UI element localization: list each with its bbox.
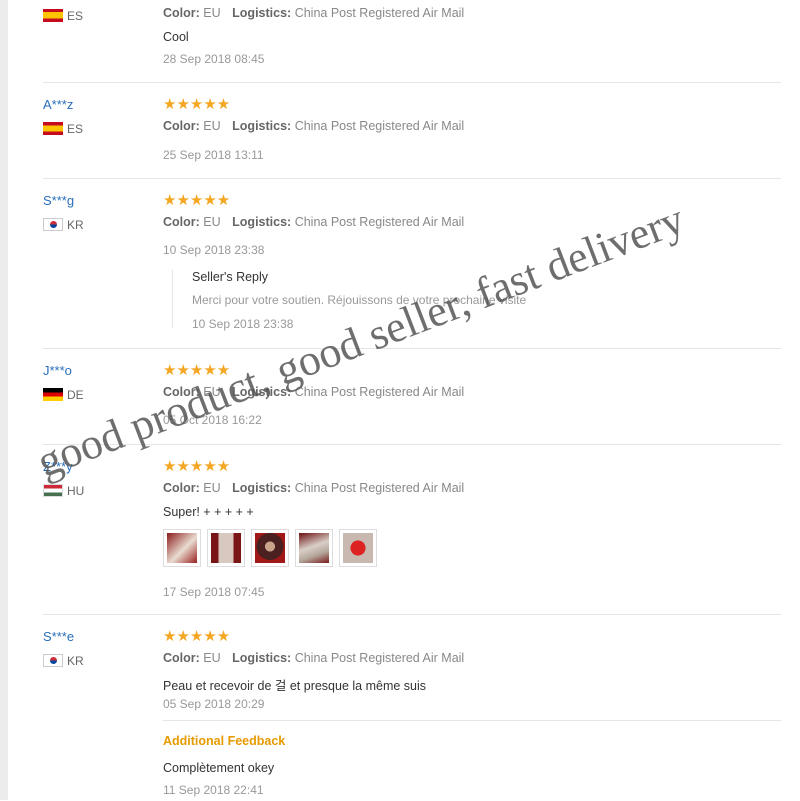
review-date: 05 Sep 2018 20:29 — [163, 697, 265, 711]
review-meta: Color: EU Logistics: China Post Register… — [163, 6, 465, 20]
hungary-flag-icon — [43, 484, 63, 497]
spain-flag-icon — [43, 9, 63, 22]
star-rating: ★★★★★ — [163, 96, 231, 113]
review-photo-thumbnail[interactable] — [339, 529, 377, 567]
review-meta: Color: EU Logistics: China Post Register… — [163, 651, 465, 665]
star-rating: ★★★★★ — [163, 628, 231, 645]
review-item: S***e KR ★★★★★ Color: EU Logistics: Chin… — [43, 614, 781, 800]
reviewer-country: KR — [43, 654, 84, 668]
review-date: 25 Sep 2018 13:11 — [163, 148, 264, 162]
additional-feedback-title: Additional Feedback — [163, 734, 286, 748]
review-text: Peau et recevoir de 걸 et presque la même… — [163, 679, 427, 693]
review-photo-thumbnail[interactable] — [163, 529, 201, 567]
review-text: Super! + + + + + — [163, 505, 254, 519]
review-photos — [163, 529, 377, 567]
review-date: 05 Oct 2018 16:22 — [163, 413, 262, 427]
star-rating: ★★★★★ — [163, 192, 231, 209]
left-gutter — [0, 0, 8, 800]
spain-flag-icon — [43, 122, 63, 135]
reviewer-country: DE — [43, 388, 84, 402]
review-meta: Color: EU Logistics: China Post Register… — [163, 385, 465, 399]
review-item: S***g KR ★★★★★ Color: EU Logistics: Chin… — [43, 178, 781, 349]
reviewer-country: ES — [43, 9, 83, 23]
additional-feedback: Additional Feedback Complètement okey 11… — [163, 720, 781, 801]
reviewer-name[interactable]: J***o — [43, 363, 72, 378]
review-photo-thumbnail[interactable] — [251, 529, 289, 567]
additional-feedback-text: Complètement okey — [163, 761, 275, 775]
korea-flag-icon — [43, 654, 63, 667]
star-rating: ★★★★★ — [163, 362, 231, 379]
reply-divider — [172, 270, 173, 328]
star-rating: ★★★★★ — [163, 458, 231, 475]
reviewer-name[interactable]: Z***y — [43, 459, 73, 474]
seller-reply-title: Seller's Reply — [192, 270, 269, 284]
review-item: Z***y HU ★★★★★ Color: EU Logistics: Chin… — [43, 444, 781, 615]
reviewer-name[interactable]: A***z — [43, 97, 73, 112]
review-date: 17 Sep 2018 07:45 — [163, 585, 265, 599]
review-date: 10 Sep 2018 23:38 — [163, 243, 265, 257]
reviewer-country: HU — [43, 484, 84, 498]
review-text: Cool — [163, 30, 189, 44]
additional-feedback-date: 11 Sep 2018 22:41 — [163, 783, 264, 797]
seller-reply-date: 10 Sep 2018 23:38 — [192, 317, 294, 331]
seller-reply-text: Merci pour votre soutien. Réjouissons de… — [192, 293, 527, 307]
review-date: 28 Sep 2018 08:45 — [163, 52, 265, 66]
review-item: J***o DE ★★★★★ Color: EU Logistics: Chin… — [43, 348, 781, 445]
review-item: ES Color: EU Logistics: China Post Regis… — [43, 0, 781, 83]
review-photo-thumbnail[interactable] — [295, 529, 333, 567]
review-photo-thumbnail[interactable] — [207, 529, 245, 567]
korea-flag-icon — [43, 218, 63, 231]
review-meta: Color: EU Logistics: China Post Register… — [163, 215, 465, 229]
reviewer-country: KR — [43, 218, 84, 232]
germany-flag-icon — [43, 388, 63, 401]
review-item: A***z ES ★★★★★ Color: EU Logistics: Chin… — [43, 82, 781, 179]
reviewer-name[interactable]: S***e — [43, 629, 74, 644]
review-meta: Color: EU Logistics: China Post Register… — [163, 119, 465, 133]
reviewer-name[interactable]: S***g — [43, 193, 74, 208]
reviewer-country: ES — [43, 122, 83, 136]
review-meta: Color: EU Logistics: China Post Register… — [163, 481, 465, 495]
